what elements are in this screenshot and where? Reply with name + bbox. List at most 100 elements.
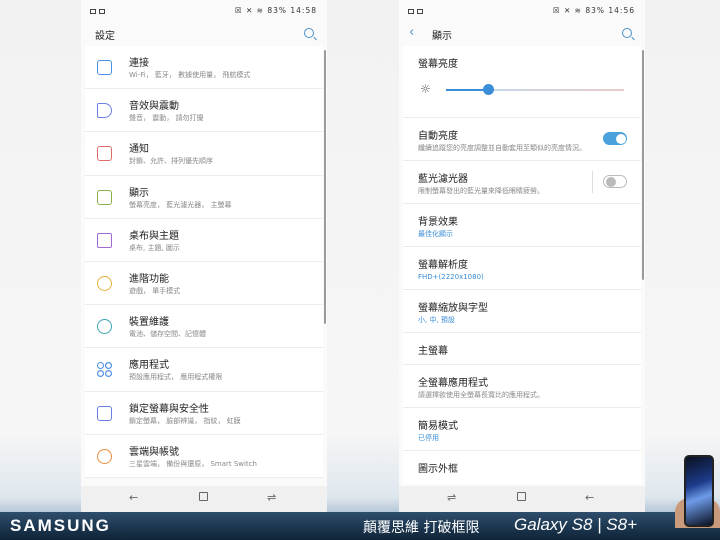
item-title: 藍光濾光器 — [418, 174, 468, 185]
item-subtitle: 電池、儲存空間、記憶體 — [129, 330, 206, 339]
display-item-home-screen[interactable]: 主螢幕 — [403, 333, 641, 365]
item-title: 進階功能 — [129, 273, 169, 285]
settings-item-sound[interactable]: 音效與震動 聲音， 震動， 請勿打擾 — [85, 89, 323, 133]
app-bar: ‹ 顯示 — [399, 22, 645, 46]
display-settings-list: 螢幕亮度 ☼ 自動亮度 纖續追蹤您的亮度調整並自動套用至類似的亮度情況。 藍光濾… — [399, 46, 645, 484]
item-subtitle: 鎖定螢幕， 臉部辨識， 指紋， 虹膜 — [129, 416, 241, 425]
connections-icon — [97, 60, 112, 75]
item-subtitle: 預設應用程式， 應用程式權限 — [129, 373, 223, 382]
maintenance-icon — [97, 319, 112, 335]
item-title: 音效與震動 — [129, 101, 179, 113]
brightness-slider[interactable] — [446, 89, 624, 91]
blue-light-filter-toggle[interactable] — [603, 175, 627, 188]
settings-item-wallpaper[interactable]: 桌布與主題 桌布, 主題, 圖示 — [85, 219, 323, 262]
settings-screen: ☒ ✕ ≋ 83% 14:58 設定 連接 Wi-Fi， 藍牙， 數據使用量， … — [81, 0, 327, 512]
navigation-bar: ← ⇌ — [81, 486, 327, 512]
display-item-easy-mode[interactable]: 簡易模式 已停用 — [403, 408, 641, 451]
display-item-zoom-font[interactable]: 螢幕縮放與字型 小, 中, 預設 — [403, 290, 641, 333]
item-subtitle: 遊戲， 單手模式 — [129, 286, 181, 295]
notifications-icon — [97, 146, 112, 162]
apps-icon — [97, 362, 112, 377]
toggle-knob — [615, 133, 626, 144]
wallpaper-icon — [97, 232, 112, 248]
divider — [592, 171, 593, 193]
settings-item-advanced[interactable]: 進階功能 遊戲， 單手模式 — [85, 262, 323, 306]
back-arrow-icon[interactable]: ‹ — [409, 25, 414, 40]
brightness-sun-icon: ☼ — [420, 82, 431, 96]
settings-list: 連接 Wi-Fi， 藍牙， 數據使用量， 飛航模式 音效與震動 聲音， 震動， … — [81, 46, 327, 484]
brightness-title: 螢幕亮度 — [418, 59, 458, 70]
sound-icon — [97, 103, 112, 119]
item-title: 簡易模式 — [418, 421, 458, 432]
scrollbar[interactable] — [324, 50, 326, 324]
item-title: 圖示外框 — [418, 464, 458, 475]
app-bar: 設定 — [81, 22, 327, 46]
status-bar: ☒ ✕ ≋ 83% 14:56 — [399, 0, 645, 22]
scrollbar[interactable] — [642, 50, 644, 280]
toggle-knob — [605, 176, 616, 187]
item-subtitle: 纖續追蹤您的亮度調整並自動套用至類似的亮度情況。 — [418, 144, 586, 152]
display-settings-screen: ☒ ✕ ≋ 83% 14:56 ‹ 顯示 螢幕亮度 ☼ 自動亮度 纖續追蹤您的亮… — [399, 0, 645, 512]
item-subtitle: FHD+(2220x1080) — [418, 273, 484, 281]
settings-item-notifications[interactable]: 通知 封鎖、允許、排列優先順序 — [85, 132, 323, 176]
item-title: 自動亮度 — [418, 131, 458, 142]
status-time: 14:56 — [608, 6, 635, 15]
settings-item-apps[interactable]: 應用程式 預設應用程式， 應用程式權限 — [85, 348, 323, 392]
search-icon[interactable] — [622, 28, 632, 38]
item-title: 主螢幕 — [418, 346, 448, 357]
item-title: 連接 — [129, 58, 149, 69]
item-title: 背景效果 — [418, 217, 458, 228]
item-subtitle: 桌布, 主題, 圖示 — [129, 243, 180, 252]
display-item-icon-frames[interactable]: 圖示外框 — [403, 451, 641, 484]
display-item-fullscreen-apps[interactable]: 全螢幕應用程式 請選擇欲使用全螢幕長寬比的應用程式。 — [403, 365, 641, 408]
item-subtitle: 三星雲端， 備份與還原， Smart Switch — [129, 459, 257, 468]
battery-level: 83% — [585, 6, 605, 15]
item-title: 顯示 — [129, 187, 149, 199]
item-subtitle: Wi-Fi， 藍牙， 數據使用量， 飛航模式 — [129, 71, 251, 79]
notification-icons — [90, 7, 108, 16]
item-title: 裝置維護 — [129, 317, 169, 329]
home-button[interactable] — [199, 491, 208, 504]
promo-banner: SAMSUNG 顛覆思維 打破框限 Galaxy S8 | S8+ — [0, 512, 720, 540]
display-icon — [97, 189, 112, 205]
page-title: 設定 — [95, 31, 115, 42]
item-title: 螢幕解析度 — [418, 260, 468, 271]
auto-brightness-setting[interactable]: 自動亮度 纖續追蹤您的亮度調整並自動套用至類似的亮度情況。 — [403, 118, 641, 161]
item-title: 鎖定螢幕與安全性 — [129, 403, 209, 415]
system-status-icons: ☒ ✕ ≋ — [234, 6, 264, 15]
settings-item-display[interactable]: 顯示 螢幕亮度， 藍光濾光器， 主螢幕 — [85, 176, 323, 219]
settings-item-maintenance[interactable]: 裝置維護 電池、儲存空間、記憶體 — [85, 305, 323, 349]
status-bar: ☒ ✕ ≋ 83% 14:58 — [81, 0, 327, 22]
brightness-slider-thumb[interactable] — [483, 84, 495, 95]
back-button[interactable]: ← — [585, 491, 594, 504]
home-button[interactable] — [517, 491, 526, 504]
notification-icons — [408, 7, 426, 16]
item-subtitle: 聲音， 震動， 請勿打擾 — [129, 114, 204, 123]
blue-light-filter-setting[interactable]: 藍光濾光器 限制螢幕發出的藍光量來降低眼睛疲勞。 — [403, 161, 641, 204]
item-subtitle: 小, 中, 預設 — [418, 316, 455, 324]
home-icon — [517, 492, 526, 501]
settings-item-lock-security[interactable]: 鎖定螢幕與安全性 鎖定螢幕， 臉部辨識， 指紋， 虹膜 — [85, 392, 323, 435]
settings-item-cloud-accounts[interactable]: 雲端與帳號 三星雲端， 備份與還原， Smart Switch — [85, 435, 323, 478]
item-subtitle: 已停用 — [418, 434, 439, 442]
brand-logo: SAMSUNG — [10, 516, 111, 535]
search-icon[interactable] — [304, 28, 314, 38]
item-title: 全螢幕應用程式 — [418, 378, 488, 389]
advanced-icon — [97, 275, 112, 291]
system-status-icons: ☒ ✕ ≋ — [552, 6, 582, 15]
item-title: 通知 — [129, 144, 149, 156]
display-item-background-effect[interactable]: 背景效果 最佳化顯示 — [403, 204, 641, 247]
recents-button[interactable]: ⇌ — [447, 491, 456, 504]
item-title: 螢幕縮放與字型 — [418, 303, 488, 314]
display-item-resolution[interactable]: 螢幕解析度 FHD+(2220x1080) — [403, 247, 641, 290]
item-title: 雲端與帳號 — [129, 446, 179, 458]
back-button[interactable]: ← — [129, 491, 138, 504]
item-title: 應用程式 — [129, 360, 169, 372]
settings-item-connections[interactable]: 連接 Wi-Fi， 藍牙， 數據使用量， 飛航模式 — [85, 46, 323, 90]
recents-button[interactable]: ⇌ — [267, 491, 276, 504]
navigation-bar: ⇌ ← — [399, 486, 645, 512]
home-icon — [199, 492, 208, 501]
banner-model: Galaxy S8 | S8+ — [514, 515, 638, 534]
auto-brightness-toggle[interactable] — [603, 132, 627, 145]
item-subtitle: 螢幕亮度， 藍光濾光器， 主螢幕 — [129, 200, 232, 209]
